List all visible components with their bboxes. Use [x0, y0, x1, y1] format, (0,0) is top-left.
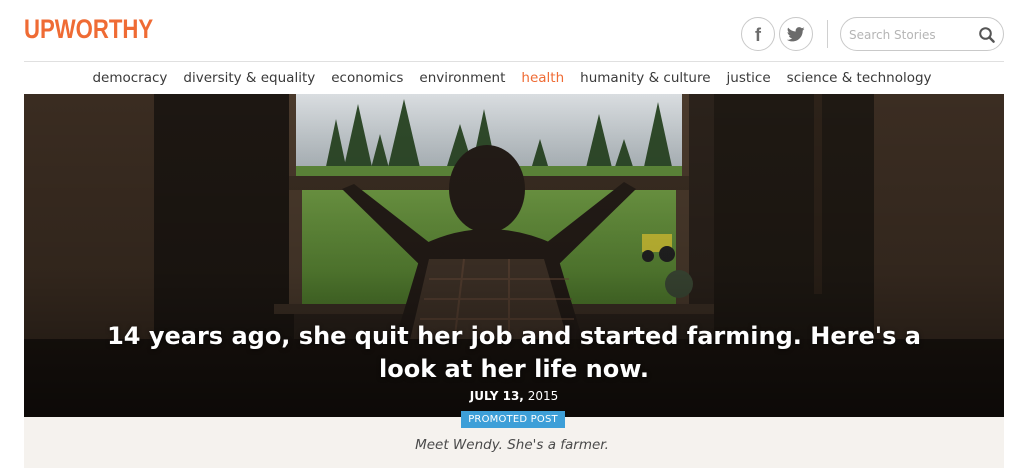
article-date-year: 2015: [523, 389, 559, 403]
twitter-button[interactable]: [779, 17, 813, 51]
article-dek: Meet Wendy. She's a farmer.: [415, 437, 609, 453]
nav-item-diversity-equality[interactable]: diversity & equality: [183, 70, 315, 86]
nav-item-justice[interactable]: justice: [727, 70, 771, 86]
header-divider: [827, 20, 828, 48]
search-box[interactable]: [840, 17, 1004, 51]
nav-item-health[interactable]: health: [521, 70, 564, 86]
nav-item-economics[interactable]: economics: [331, 70, 403, 86]
nav-item-environment[interactable]: environment: [419, 70, 505, 86]
search-input[interactable]: [849, 25, 969, 45]
hero-image[interactable]: 14 years ago, she quit her job and start…: [24, 94, 1004, 417]
nav-item-science-technology[interactable]: science & technology: [787, 70, 932, 86]
facebook-button[interactable]: f: [741, 17, 775, 51]
site-header: UPWORTHY f: [0, 0, 1024, 62]
article-title[interactable]: 14 years ago, she quit her job and start…: [84, 320, 944, 386]
twitter-icon: [787, 26, 805, 41]
nav-item-democracy[interactable]: democracy: [92, 70, 167, 86]
facebook-icon: f: [755, 25, 761, 45]
article-date-day: JULY 13,: [469, 389, 524, 403]
promoted-post-badge: PROMOTED POST: [461, 411, 565, 428]
search-icon[interactable]: [978, 26, 996, 44]
article-date: JULY 13, 2015: [24, 389, 1004, 403]
site-logo[interactable]: UPWORTHY: [24, 14, 153, 45]
category-nav: democracy diversity & equality economics…: [0, 62, 1024, 94]
nav-item-humanity-culture[interactable]: humanity & culture: [580, 70, 710, 86]
